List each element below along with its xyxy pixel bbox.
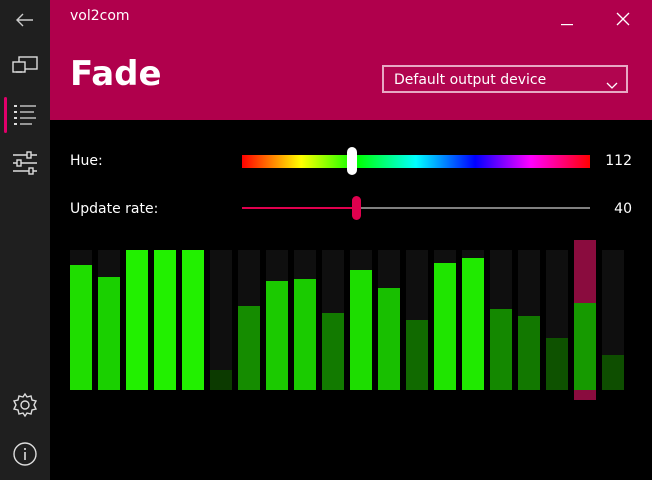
nav-rail: [0, 0, 50, 480]
sliders-icon: [12, 151, 38, 175]
visualizer-bar-level: [378, 288, 400, 390]
minimize-button[interactable]: [544, 4, 590, 36]
update-rate-slider-track[interactable]: [357, 207, 590, 209]
visualizer-bar-level: [126, 250, 148, 390]
visualizer-bar-level: [434, 263, 456, 390]
visualizer-bar: [154, 250, 176, 390]
visualizer-bar-level: [154, 250, 176, 390]
visualizer-bar-level: [462, 258, 484, 390]
back-button[interactable]: [0, 0, 50, 40]
visualizer-bar: [378, 250, 400, 390]
visualizer-bar-level: [238, 306, 260, 390]
minimize-icon: [561, 11, 573, 30]
visualizer-bar: [322, 250, 344, 390]
visualizer-bar-level: [350, 270, 372, 390]
hue-value: 112: [605, 153, 632, 169]
visualizer-bar-level: [574, 303, 596, 390]
app-window: vol2com Fade Default output device Hue: …: [0, 0, 652, 480]
chevron-down-icon: [606, 75, 618, 94]
app-title: vol2com: [70, 8, 130, 24]
cast-icon: [12, 56, 38, 74]
visualizer-bar-level: [210, 370, 232, 390]
visualizer-bar: [182, 250, 204, 390]
visualizer-bar-level: [406, 320, 428, 390]
output-device-select[interactable]: Default output device: [382, 65, 628, 93]
bar-overflow-top: [574, 240, 596, 250]
visualizer-bar: [490, 250, 512, 390]
nav-item-modes[interactable]: [0, 95, 50, 135]
visualizer-bar-level: [70, 265, 92, 390]
nav-item-adjust[interactable]: [0, 143, 50, 183]
visualizer-bar: [434, 250, 456, 390]
visualizer-bar: [294, 250, 316, 390]
back-arrow-icon: [16, 13, 34, 27]
info-icon: [12, 441, 38, 467]
hue-slider-thumb[interactable]: [347, 147, 357, 175]
visualizer-bar: [574, 240, 596, 400]
nav-item-about[interactable]: [0, 434, 50, 474]
close-icon: [616, 11, 630, 30]
visualizer-bar-level: [518, 316, 540, 390]
visualizer-bar: [70, 250, 92, 390]
visualizer-bar-level: [98, 277, 120, 390]
visualizer-bar-level: [490, 309, 512, 390]
visualizer-bar: [266, 250, 288, 390]
visualizer-bar: [98, 250, 120, 390]
visualizer-bar: [602, 250, 624, 390]
page-title: Fade: [70, 54, 162, 94]
gear-icon: [12, 392, 38, 418]
hue-slider-track[interactable]: [242, 155, 590, 168]
visualizer-bar-level: [546, 338, 568, 390]
nav-item-devices[interactable]: [0, 45, 50, 85]
visualizer-bar-level: [266, 281, 288, 390]
visualizer-bar: [126, 250, 148, 390]
visualizer-bar: [238, 250, 260, 390]
hue-label: Hue:: [70, 153, 103, 169]
visualizer-bar-level: [322, 313, 344, 390]
update-rate-slider-fill[interactable]: [242, 207, 357, 209]
visualizer-bar-level: [294, 279, 316, 390]
visualizer-bar-level: [602, 355, 624, 390]
update-rate-label: Update rate:: [70, 201, 159, 217]
visualizer-bar-level: [182, 250, 204, 390]
visualizer-bar: [350, 250, 372, 390]
visualizer-bar: [210, 250, 232, 390]
nav-item-settings[interactable]: [0, 385, 50, 425]
bar-overflow-bottom: [574, 390, 596, 400]
visualizer-bar: [462, 250, 484, 390]
update-rate-value: 40: [614, 201, 632, 217]
audio-visualizer: [70, 240, 630, 400]
output-device-value: Default output device: [394, 72, 547, 88]
visualizer-bar: [546, 250, 568, 390]
visualizer-bar: [406, 250, 428, 390]
update-rate-slider-thumb[interactable]: [352, 196, 361, 220]
visualizer-bar: [518, 250, 540, 390]
list-icon: [13, 104, 37, 126]
close-button[interactable]: [600, 4, 646, 36]
header: vol2com Fade Default output device: [50, 0, 652, 120]
mode-settings: Hue: 112 Update rate: 40: [50, 120, 652, 480]
